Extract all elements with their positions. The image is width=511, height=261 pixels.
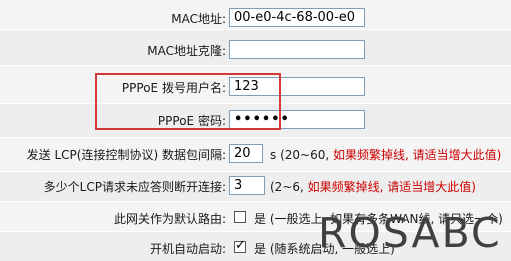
check-mark-icon: ✓	[235, 238, 246, 253]
lcp-interval-hint-advice: 如果频繁掉线, 请适当增大此值)	[332, 148, 502, 162]
auto-start-checkbox[interactable]: ✓	[234, 238, 246, 253]
mac-clone-label: MAC地址克隆:	[147, 44, 226, 58]
default-route-label: 此网关作为默认路由:	[113, 212, 226, 226]
lcp-fail-label: 多少个LCP请求未应答则断开连接:	[43, 180, 226, 194]
lcp-interval-input[interactable]	[229, 144, 263, 163]
lcp-interval-hint: s (20~60, 如果频繁掉线, 请适当增大此值)	[270, 146, 501, 163]
lcp-fail-hint: (2~6, 如果频繁掉线, 请适当增大此值)	[270, 178, 476, 195]
mac-address-input[interactable]	[229, 8, 365, 27]
lcp-interval-label: 发送 LCP(连接控制协议) 数据包间隔:	[26, 148, 226, 162]
watermark-logo: ROSABC	[318, 209, 502, 257]
lcp-interval-hint-range: s (20~60,	[270, 148, 330, 162]
lcp-fail-hint-advice: 如果频繁掉线, 请适当增大此值)	[307, 180, 476, 194]
mac-clone-input[interactable]	[229, 40, 365, 59]
lcp-fail-hint-range: (2~6,	[270, 180, 304, 194]
mac-address-label: MAC地址:	[171, 12, 226, 26]
default-route-checkbox[interactable]	[234, 211, 246, 223]
lcp-fail-input[interactable]	[229, 176, 265, 195]
auto-start-label: 开机自动启动:	[149, 242, 226, 256]
highlight-box	[95, 73, 281, 130]
